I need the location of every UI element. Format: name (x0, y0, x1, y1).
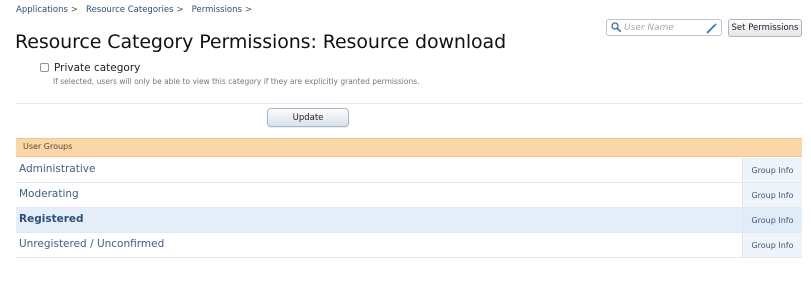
group-info-label[interactable]: Group Info (751, 241, 793, 250)
breadcrumb: Applications > Resource Categories > Permiss… (16, 5, 260, 15)
search-icon (611, 22, 621, 32)
group-info-button[interactable]: Group Info (742, 183, 802, 207)
group-row-registered[interactable]: Registered Group Info (16, 208, 802, 233)
breadcrumb-item-permissions[interactable]: Permissions > (192, 5, 260, 15)
breadcrumb-item-resource-categories[interactable]: Resource Categories > (86, 5, 192, 15)
user-name-input[interactable] (624, 21, 700, 34)
private-category-hint: If selected, users will only be able to … (53, 77, 420, 86)
group-row-moderating[interactable]: Moderating Group Info (16, 183, 802, 208)
group-name-unregistered[interactable]: Unregistered / Unconfirmed (19, 238, 164, 250)
group-info-button[interactable]: Group Info (742, 233, 802, 257)
group-info-button[interactable]: Group Info (742, 158, 802, 182)
group-name-moderating[interactable]: Moderating (19, 188, 79, 200)
group-info-label[interactable]: Group Info (751, 166, 793, 175)
group-row-unregistered[interactable]: Unregistered / Unconfirmed Group Info (16, 233, 802, 258)
set-permissions-button[interactable]: Set Permissions (728, 19, 802, 37)
group-info-button[interactable]: Group Info (742, 208, 802, 232)
group-name-registered[interactable]: Registered (19, 213, 84, 225)
breadcrumb-item-applications[interactable]: Applications > (16, 5, 86, 15)
private-category-checkbox[interactable] (40, 63, 49, 72)
update-button[interactable]: Update (267, 108, 349, 127)
user-groups-header-label: User Groups (23, 142, 73, 151)
group-row-administrative[interactable]: Administrative Group Info (16, 158, 802, 183)
page-title: Resource Category Permissions: Resource … (15, 30, 507, 53)
magic-wand-icon[interactable] (706, 22, 718, 34)
user-groups-header: User Groups (16, 138, 802, 157)
private-category-label[interactable]: Private category (54, 62, 140, 74)
group-info-label[interactable]: Group Info (751, 216, 793, 225)
user-search-box[interactable] (606, 19, 722, 36)
user-group-list: Administrative Group Info Moderating Gro… (16, 158, 802, 258)
section-divider (16, 103, 802, 104)
group-info-label[interactable]: Group Info (751, 191, 793, 200)
group-name-administrative[interactable]: Administrative (19, 163, 95, 175)
